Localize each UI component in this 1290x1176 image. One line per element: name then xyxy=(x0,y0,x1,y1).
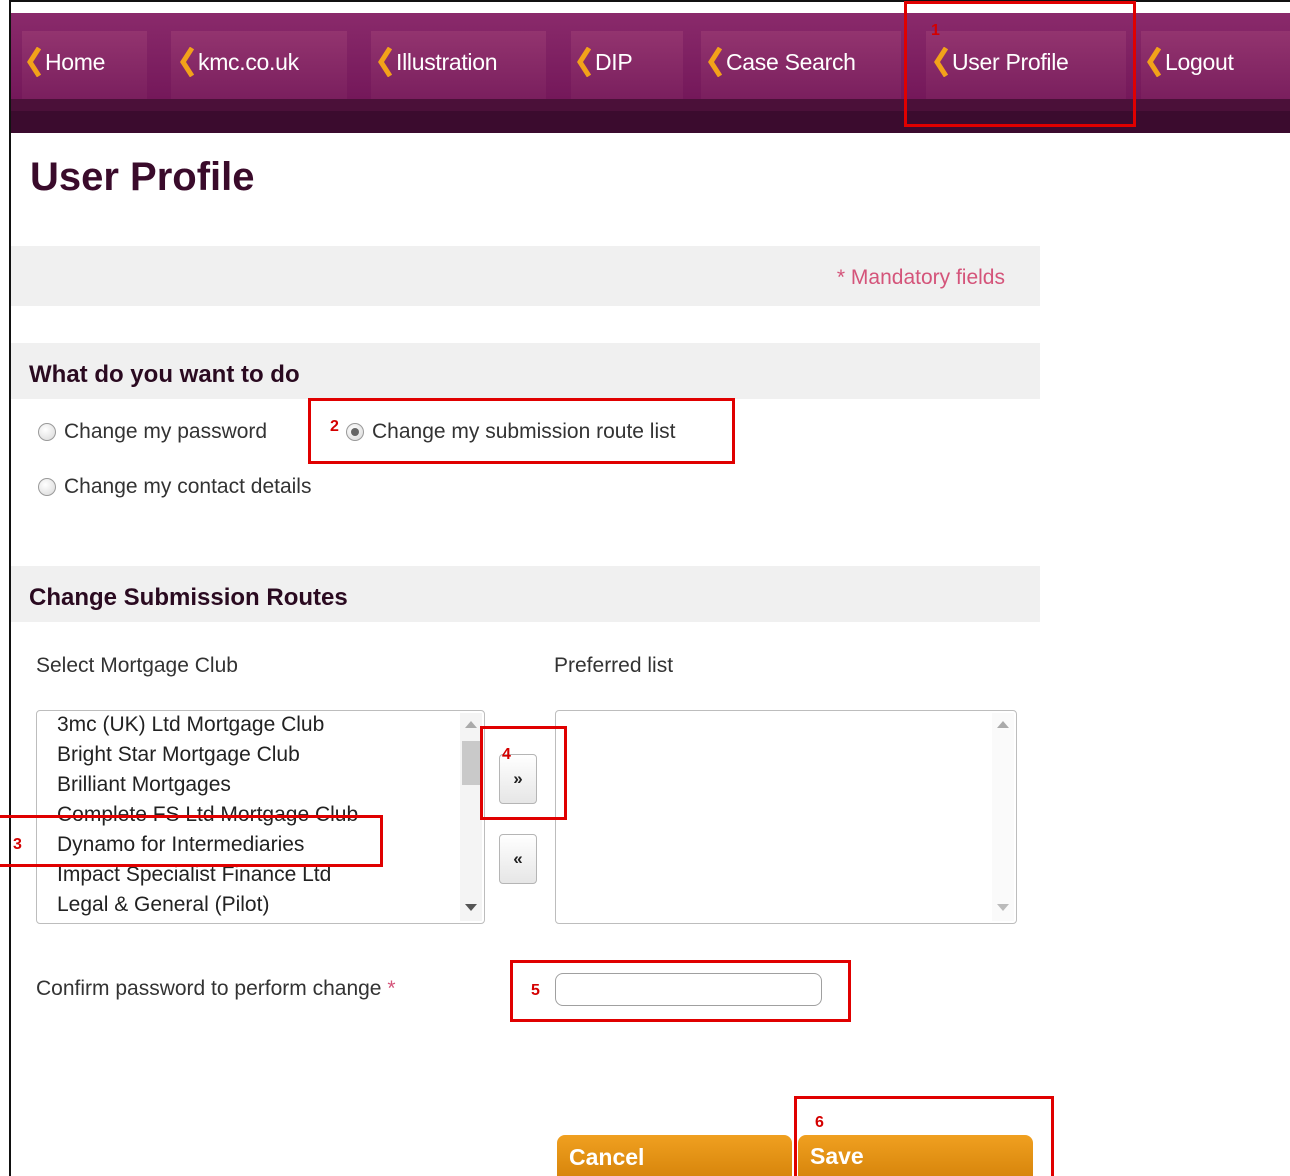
confirm-password-label-text: Confirm password to perform change xyxy=(36,977,382,1000)
radio-change-contact-details[interactable] xyxy=(38,478,56,496)
chevron-left-icon xyxy=(577,47,591,77)
preferred-listbox[interactable] xyxy=(555,710,1017,924)
radio-change-password[interactable] xyxy=(38,423,56,441)
callout-box-2 xyxy=(308,398,735,464)
scroll-up-icon[interactable] xyxy=(465,721,477,728)
chevron-left-icon xyxy=(708,47,722,77)
option-change-password-label: Change my password xyxy=(64,420,268,443)
chevron-left-icon xyxy=(378,47,392,77)
tab-case-search-label: Case Search xyxy=(726,49,856,75)
callout-box-4 xyxy=(480,726,567,820)
section-change-routes: Change Submission Routes xyxy=(11,566,1040,622)
tab-logout-label: Logout xyxy=(1165,49,1234,75)
callout-number-4: 4 xyxy=(502,746,511,763)
tab-kmc-label: kmc.co.uk xyxy=(198,49,299,75)
tab-dip-label: DIP xyxy=(595,49,633,75)
tab-logout[interactable]: Logout xyxy=(1147,31,1234,95)
preferred-scrollbar[interactable] xyxy=(992,713,1014,921)
preferred-list-label: Preferred list xyxy=(554,654,674,677)
tab-home-label: Home xyxy=(45,49,106,75)
callout-number-6: 6 xyxy=(815,1114,824,1131)
list-item[interactable]: Bright Star Mortgage Club xyxy=(37,740,458,770)
mortgage-club-scrollbar[interactable] xyxy=(460,713,482,921)
section-change-routes-heading: Change Submission Routes xyxy=(29,584,348,611)
callout-number-1: 1 xyxy=(931,22,940,39)
remove-from-preferred-button[interactable]: « xyxy=(499,834,537,884)
page-title: User Profile xyxy=(30,155,255,199)
tab-illustration[interactable]: Illustration xyxy=(378,31,498,95)
list-item[interactable]: Legal & General (Pilot) xyxy=(37,890,458,920)
required-asterisk: * xyxy=(387,977,396,1000)
list-item[interactable]: Brilliant Mortgages xyxy=(37,770,458,800)
tab-dip[interactable]: DIP xyxy=(577,31,633,95)
mandatory-fields-note: * Mandatory fields xyxy=(836,266,1005,289)
callout-box-6 xyxy=(794,1096,1054,1176)
scroll-thumb[interactable] xyxy=(462,741,480,785)
option-change-contact-details[interactable]: Change my contact details xyxy=(38,475,311,499)
option-change-contact-details-label: Change my contact details xyxy=(64,475,312,498)
section-what-to-do-heading: What do you want to do xyxy=(29,361,300,388)
callout-box-1 xyxy=(904,1,1136,127)
confirm-password-label: Confirm password to perform change * xyxy=(36,977,396,1001)
tab-illustration-label: Illustration xyxy=(396,49,498,75)
mandatory-fields-bar: * Mandatory fields xyxy=(11,246,1040,306)
option-change-password[interactable]: Change my password xyxy=(38,420,267,444)
list-item[interactable]: 3mc (UK) Ltd Mortgage Club xyxy=(37,711,458,740)
callout-number-5: 5 xyxy=(531,982,540,999)
callout-number-2: 2 xyxy=(330,418,339,435)
section-what-to-do: What do you want to do xyxy=(11,343,1040,399)
cancel-button[interactable]: Cancel xyxy=(557,1135,792,1176)
chevron-left-icon xyxy=(27,47,41,77)
scroll-up-icon[interactable] xyxy=(997,721,1009,728)
chevron-left-icon xyxy=(180,47,194,77)
callout-box-5 xyxy=(510,960,851,1022)
callout-box-3 xyxy=(0,815,383,867)
tab-kmc[interactable]: kmc.co.uk xyxy=(180,31,299,95)
tab-case-search[interactable]: Case Search xyxy=(708,31,856,95)
callout-number-3: 3 xyxy=(13,836,22,853)
tab-home[interactable]: Home xyxy=(27,31,105,95)
scroll-down-icon[interactable] xyxy=(465,904,477,911)
chevron-left-icon xyxy=(1147,47,1161,77)
select-club-label: Select Mortgage Club xyxy=(36,654,238,677)
scroll-down-icon[interactable] xyxy=(997,904,1009,911)
